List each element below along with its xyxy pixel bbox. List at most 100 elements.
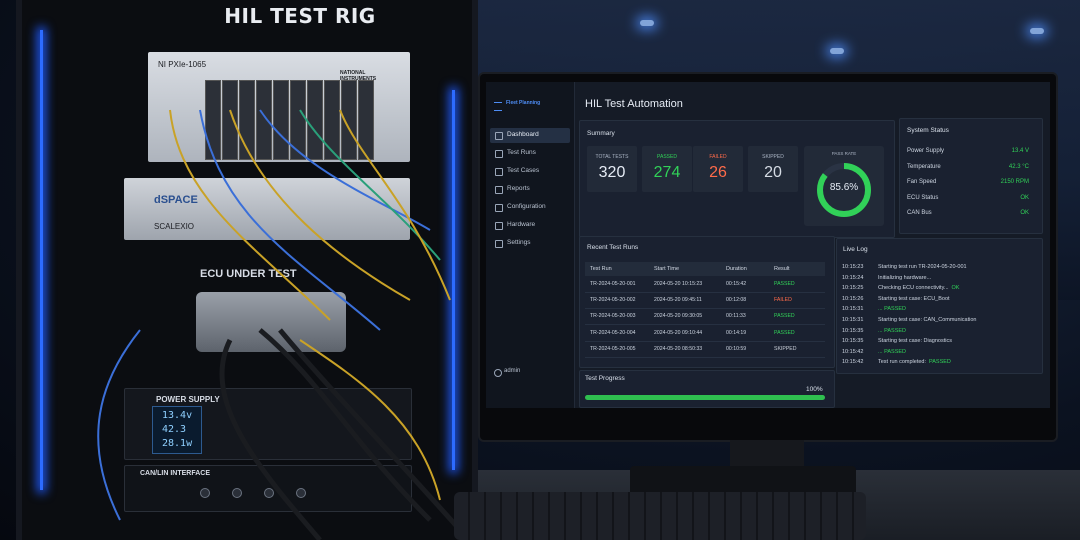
log-timestamp: 10:15:35: [842, 327, 864, 334]
log-message: Initializing hardware...: [878, 275, 931, 281]
log-timestamp: 10:15:35: [842, 338, 864, 345]
sidebar-item-label: Test Cases: [507, 167, 540, 174]
log-message: ... PASSED: [878, 328, 906, 334]
progress-percent: 100%: [806, 386, 823, 393]
table-row[interactable]: [585, 324, 825, 326]
log-message: Starting test case: CAN_Communication: [878, 317, 976, 323]
log-status-tag: OK: [951, 285, 960, 292]
connector-port: [232, 488, 242, 498]
col-header-duration: Duration: [726, 266, 747, 272]
sidebar-item-settings[interactable]: Settings: [490, 236, 570, 251]
system-status-panel: [899, 118, 1043, 234]
sidebar-item-test-cases[interactable]: Test Cases: [490, 164, 570, 179]
stat-failed-label: FAILED: [709, 154, 727, 160]
live-log-panel: [836, 238, 1043, 374]
summary-title: Summary: [587, 130, 615, 137]
col-header-run: Test Run: [590, 266, 612, 272]
psu-title: POWER SUPPLY: [156, 395, 220, 404]
log-message: ... PASSED: [878, 306, 906, 312]
cell-start-time: 2024-05-20 09:45:11: [654, 297, 702, 304]
log-message: Test run completed: PASSED: [878, 359, 951, 365]
settings-icon: [495, 240, 503, 248]
log-text: Starting test case: CAN_Communication: [878, 317, 977, 323]
ni-module-card: [290, 80, 306, 160]
reports-icon: [495, 186, 503, 194]
log-timestamp: 10:15:31: [842, 317, 864, 323]
status-key: Power Supply: [907, 148, 945, 154]
system-status-title: System Status: [907, 127, 949, 134]
status-value: 2150 RPM: [1000, 179, 1029, 185]
log-timestamp: 10:15:25: [842, 285, 864, 292]
rack-led-strip: [452, 90, 455, 470]
pass-rate-value: 85.6%: [829, 182, 859, 193]
log-text: Test run completed:: [878, 359, 926, 366]
status-value: 13.4 V: [1011, 148, 1029, 154]
sidebar-item-label: Test Runs: [507, 149, 536, 156]
ecu-module: [196, 292, 346, 352]
hardware-icon: [495, 222, 503, 230]
keyboard: [454, 492, 866, 540]
ni-module-card: [307, 80, 323, 160]
ni-module-card: [324, 80, 340, 160]
log-message: Checking ECU connectivity... OK: [878, 285, 959, 291]
log-text: Starting test run TR-2024-05-20-001: [878, 264, 967, 270]
cell-start-time: 2024-05-20 08:50:33: [654, 345, 703, 352]
ni-module-card: [341, 80, 357, 160]
stat-passed: PASSED 274: [642, 146, 692, 192]
log-timestamp: 10:15:42: [842, 359, 864, 366]
status-value: OK: [1020, 194, 1029, 201]
table-row[interactable]: [585, 292, 825, 293]
cell-result: PASSED: [774, 281, 795, 287]
cell-run-id: TR-2024-05-20-003: [590, 313, 636, 320]
log-status-tag: ... PASSED: [878, 348, 907, 355]
connector-port: [200, 488, 210, 498]
log-message: Starting test case: Diagnostics: [878, 338, 952, 344]
cell-duration: 00:12:08: [726, 297, 747, 304]
status-value: 42.3 °C: [1008, 163, 1029, 170]
cell-run-id: TR-2024-05-20-005: [590, 345, 636, 352]
sidebar-item-test-runs[interactable]: Test Runs: [490, 146, 570, 161]
log-status-tag: ... PASSED: [878, 327, 907, 334]
user-name[interactable]: admin: [504, 368, 520, 374]
dashboard-icon: [495, 132, 503, 140]
progress-track: [585, 395, 825, 400]
cell-duration: 00:10:59: [726, 345, 747, 352]
sidebar-item-label: Hardware: [507, 221, 536, 228]
progress-fill: [585, 395, 825, 400]
cell-start-time: 2024-05-20 09:10:44: [654, 329, 703, 336]
connector-port: [296, 488, 306, 498]
psu-power: 28.1w: [162, 438, 193, 449]
brand-logo-icon: [494, 102, 502, 111]
sidebar-item-dashboard[interactable]: Dashboard: [490, 128, 570, 143]
cell-duration: 00:11:33: [726, 313, 746, 320]
sidebar-item-configuration[interactable]: Configuration: [490, 200, 570, 215]
scalexio-label: SCALEXIO: [154, 222, 195, 231]
log-text: Starting test case: ECU_Boot: [878, 295, 950, 302]
configuration-icon: [495, 204, 503, 212]
sidebar-item-label: Dashboard: [507, 131, 539, 138]
log-timestamp: 10:15:42: [842, 348, 864, 355]
ni-chassis-label: NI PXIe-1065: [158, 60, 207, 69]
table-row[interactable]: [585, 356, 825, 358]
cell-result: FAILED: [774, 297, 792, 304]
log-status-tag: ... PASSED: [878, 306, 907, 313]
table-row[interactable]: [585, 340, 825, 342]
cell-duration: 00:14:19: [726, 329, 747, 336]
cell-run-id: TR-2024-05-20-002: [590, 297, 636, 304]
brand-name: Fleet Planning: [506, 100, 541, 106]
sidebar-item-hardware[interactable]: Hardware: [490, 218, 570, 233]
ni-module-card: [239, 80, 255, 160]
connector-port: [264, 488, 274, 498]
log-timestamp: 10:15:23: [842, 264, 864, 270]
log-message: ... PASSED: [878, 349, 906, 355]
cell-run-id: TR-2024-05-20-001: [590, 281, 636, 287]
table-row[interactable]: [585, 308, 825, 310]
status-key: Fan Speed: [907, 179, 937, 185]
ceiling-light: [830, 48, 844, 54]
log-text: Initializing hardware...: [878, 274, 932, 281]
page-title: HIL Test Automation: [585, 98, 683, 110]
sidebar-item-reports[interactable]: Reports: [490, 182, 570, 197]
ni-module-card: [358, 80, 374, 160]
user-icon: [494, 369, 502, 377]
log-timestamp: 10:15:26: [842, 295, 864, 302]
